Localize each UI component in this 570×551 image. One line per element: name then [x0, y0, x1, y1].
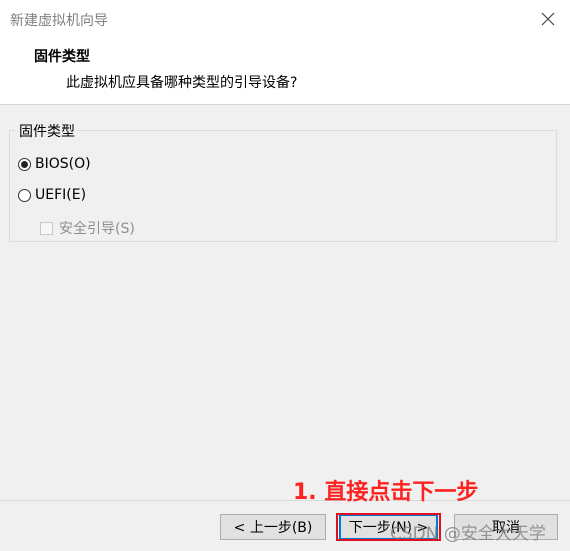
- next-button[interactable]: 下一步(N) >: [339, 514, 438, 540]
- footer-divider: [0, 500, 570, 501]
- close-icon: [541, 12, 555, 26]
- radio-bios-label: BIOS(O): [35, 156, 91, 172]
- cancel-button[interactable]: 取消: [454, 514, 558, 540]
- secure-boot-label: 安全引导(S): [59, 221, 135, 237]
- title-bar: 新建虚拟机向导: [0, 0, 570, 38]
- back-button[interactable]: < 上一步(B): [220, 514, 326, 540]
- radio-bios-indicator[interactable]: [18, 157, 31, 171]
- wizard-header: 固件类型 此虚拟机应具备哪种类型的引导设备?: [0, 38, 570, 105]
- radio-uefi-indicator[interactable]: [18, 188, 31, 202]
- page-title: 固件类型: [34, 49, 90, 65]
- annotation-text: 1. 直接点击下一步: [293, 480, 479, 505]
- page-subtitle: 此虚拟机应具备哪种类型的引导设备?: [66, 75, 298, 91]
- radio-uefi[interactable]: UEFI(E): [18, 187, 86, 203]
- secure-boot-checkbox-box: [40, 221, 53, 235]
- radio-bios[interactable]: BIOS(O): [18, 156, 91, 172]
- secure-boot-checkbox: 安全引导(S): [40, 218, 135, 238]
- firmware-group-legend: 固件类型: [16, 121, 78, 141]
- close-button[interactable]: [532, 4, 564, 34]
- window-title: 新建虚拟机向导: [10, 13, 108, 29]
- radio-uefi-label: UEFI(E): [35, 187, 87, 203]
